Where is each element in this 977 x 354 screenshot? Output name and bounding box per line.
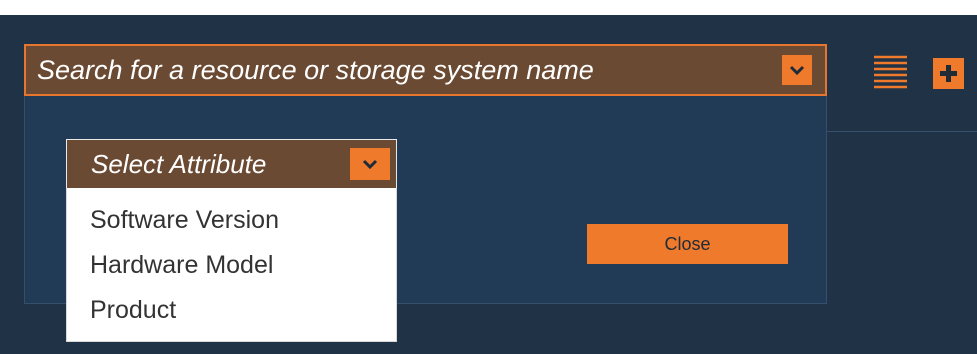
content-divider [826, 131, 977, 132]
chevron-down-icon [789, 65, 805, 75]
add-button[interactable] [933, 58, 964, 89]
chevron-down-icon [362, 159, 378, 169]
attribute-options-list: Software Version Hardware Model Product [66, 188, 397, 342]
search-combobox[interactable] [24, 44, 827, 96]
top-strip [0, 0, 977, 15]
search-dropdown-toggle[interactable] [782, 55, 812, 85]
list-view-button[interactable] [872, 54, 909, 91]
attribute-option-hardware-model[interactable]: Hardware Model [67, 243, 396, 288]
search-input[interactable] [26, 46, 782, 94]
close-button[interactable]: Close [587, 224, 788, 264]
attribute-select-toggle[interactable] [350, 148, 390, 180]
attribute-select-label: Select Attribute [91, 148, 267, 179]
attribute-option-product[interactable]: Product [67, 288, 396, 333]
plus-icon [940, 65, 957, 82]
attribute-option-software-version[interactable]: Software Version [67, 198, 396, 243]
list-lines-icon [874, 55, 907, 89]
attribute-select[interactable]: Select Attribute [66, 139, 397, 188]
